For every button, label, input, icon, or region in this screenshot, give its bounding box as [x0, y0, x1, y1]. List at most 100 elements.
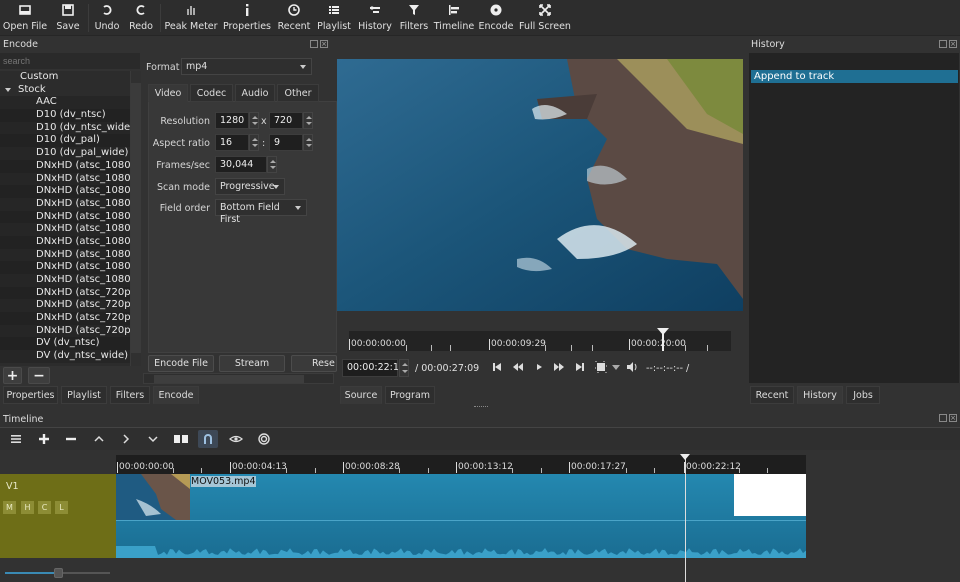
undo-button[interactable]: Undo	[94, 2, 120, 34]
aspect-height-input[interactable]: 9	[269, 134, 303, 151]
tab-audio[interactable]: Audio	[235, 84, 275, 102]
recent-button[interactable]: Recent	[278, 2, 310, 34]
preset-item[interactable]: DNxHD (atsc_720p...	[0, 312, 130, 325]
preset-item[interactable]: D10 (dv_ntsc)	[0, 109, 130, 122]
tab-filters[interactable]: Filters	[110, 386, 150, 404]
aspect-width-spinner[interactable]	[249, 134, 259, 151]
preset-item[interactable]: DNxHD (atsc_720p...	[0, 299, 130, 313]
open-file-button[interactable]: Open File	[3, 2, 47, 34]
history-button[interactable]: History	[358, 2, 392, 34]
current-time-input[interactable]: 00:00:22:14	[342, 359, 405, 377]
tab-encode[interactable]: Encode	[153, 386, 199, 404]
zoom-dropdown-icon[interactable]	[610, 361, 622, 373]
fps-spinner[interactable]	[267, 156, 277, 173]
preset-item[interactable]: AAC	[0, 96, 130, 110]
add-preset-button[interactable]: +	[3, 367, 22, 384]
tab-source[interactable]: Source	[340, 386, 382, 404]
resolution-height-spinner[interactable]	[303, 112, 313, 129]
split-icon[interactable]	[173, 432, 189, 446]
player-playhead-marker[interactable]	[657, 328, 669, 341]
rewind-icon[interactable]	[512, 361, 524, 373]
format-select[interactable]: mp4	[181, 58, 312, 75]
skip-to-end-icon[interactable]	[574, 361, 586, 373]
playlist-button[interactable]: Playlist	[317, 2, 351, 34]
preset-list-scrollbar[interactable]	[130, 71, 141, 366]
preset-search-input[interactable]	[0, 53, 140, 69]
tab-other[interactable]: Other	[277, 84, 319, 102]
aspect-height-spinner[interactable]	[303, 134, 313, 151]
resolution-width-spinner[interactable]	[249, 112, 259, 129]
resolution-height-input[interactable]: 720	[269, 112, 303, 129]
insert-icon[interactable]	[145, 432, 161, 446]
aspect-width-input[interactable]: 16	[215, 134, 249, 151]
preset-item[interactable]: DNxHD (atsc_1080...	[0, 185, 130, 198]
preset-item[interactable]: Custom	[0, 71, 130, 84]
resolution-width-input[interactable]: 1280	[215, 112, 249, 129]
skip-to-start-icon[interactable]	[491, 361, 503, 373]
timeline-menu-icon[interactable]	[8, 432, 24, 446]
preset-item[interactable]: DNxHD (atsc_1080...	[0, 235, 130, 249]
tab-program[interactable]: Program	[385, 386, 435, 404]
current-time-spinner[interactable]	[399, 359, 409, 377]
field-order-select[interactable]: Bottom Field First	[215, 199, 307, 225]
mute-button[interactable]: M	[3, 501, 16, 514]
preset-item[interactable]: DNxHD (atsc_1080...	[0, 210, 130, 224]
play-icon[interactable]	[533, 361, 545, 373]
preset-item[interactable]: DNxHD (atsc_1080...	[0, 261, 130, 274]
remove-icon[interactable]	[63, 432, 79, 446]
redo-button[interactable]: Redo	[128, 2, 154, 34]
preset-item[interactable]: DNxHD (atsc_1080i...	[0, 159, 130, 173]
timeline-playhead-marker[interactable]	[680, 454, 690, 465]
tab-properties[interactable]: Properties	[3, 386, 58, 404]
preset-item[interactable]: DV (dv_ntsc)	[0, 337, 130, 351]
full-screen-button[interactable]: Full Screen	[519, 2, 571, 34]
ripple-all-tracks-icon[interactable]	[256, 432, 272, 446]
zoom-slider-handle[interactable]	[53, 568, 63, 578]
encode-button[interactable]: Encode	[479, 2, 513, 34]
splitter-handle[interactable]	[474, 406, 488, 408]
timeline-clip[interactable]: MOV053.mp4	[116, 474, 806, 558]
encode-file-button[interactable]: Encode File	[148, 355, 214, 372]
preset-item[interactable]: DV (dv_ntsc_wide)	[0, 350, 130, 363]
timeline-playhead[interactable]	[685, 455, 686, 582]
preset-item[interactable]: Stock	[0, 84, 130, 97]
preset-item[interactable]: DNxHD (atsc_1080...	[0, 223, 130, 236]
preset-item[interactable]: D10 (dv_pal)	[0, 134, 130, 148]
video-preview[interactable]	[337, 59, 743, 311]
fps-input[interactable]: 30,044	[215, 156, 267, 173]
preset-item[interactable]: DNxHD (atsc_720p...	[0, 286, 130, 300]
stream-button[interactable]: Stream	[219, 355, 285, 372]
expand-arrow-icon[interactable]	[5, 87, 11, 95]
encode-hscrollbar[interactable]	[143, 373, 334, 384]
preset-item[interactable]: DNxHD (atsc_1080...	[0, 274, 130, 287]
ripple-icon[interactable]	[228, 432, 244, 446]
close-icon[interactable]: ×	[320, 40, 328, 48]
snap-toggle[interactable]	[198, 430, 218, 448]
tab-jobs[interactable]: Jobs	[846, 386, 880, 404]
remove-preset-button[interactable]: −	[28, 367, 50, 384]
filters-button[interactable]: Filters	[399, 2, 429, 34]
reset-button[interactable]: Rese	[291, 355, 337, 372]
preset-item[interactable]: DNxHD (atsc_1080...	[0, 248, 130, 262]
timeline-zoom-slider[interactable]	[5, 568, 110, 578]
scrollbar-thumb[interactable]	[131, 83, 141, 353]
history-item-selected[interactable]: Append to track	[751, 70, 958, 83]
save-button[interactable]: Save	[54, 2, 82, 34]
scan-mode-select[interactable]: Progressive	[215, 178, 285, 195]
zoom-fit-icon[interactable]	[595, 361, 607, 373]
preset-item[interactable]: D10 (dv_pal_wide)	[0, 147, 130, 160]
float-icon[interactable]	[939, 414, 947, 422]
hide-button[interactable]: H	[21, 501, 34, 514]
hscroll-thumb[interactable]	[154, 375, 304, 383]
fast-forward-icon[interactable]	[553, 361, 565, 373]
preset-item[interactable]: DNxHD (atsc_1080i...	[0, 172, 130, 186]
append-icon[interactable]	[36, 432, 52, 446]
peak-meter-button[interactable]: Peak Meter	[164, 2, 218, 34]
tab-history[interactable]: History	[797, 386, 843, 404]
tab-video[interactable]: Video	[148, 84, 188, 102]
lock-button[interactable]: L	[55, 501, 68, 514]
tab-codec[interactable]: Codec	[190, 84, 233, 102]
lift-icon[interactable]	[91, 432, 107, 446]
float-icon[interactable]	[310, 40, 318, 48]
tab-playlist[interactable]: Playlist	[61, 386, 107, 404]
